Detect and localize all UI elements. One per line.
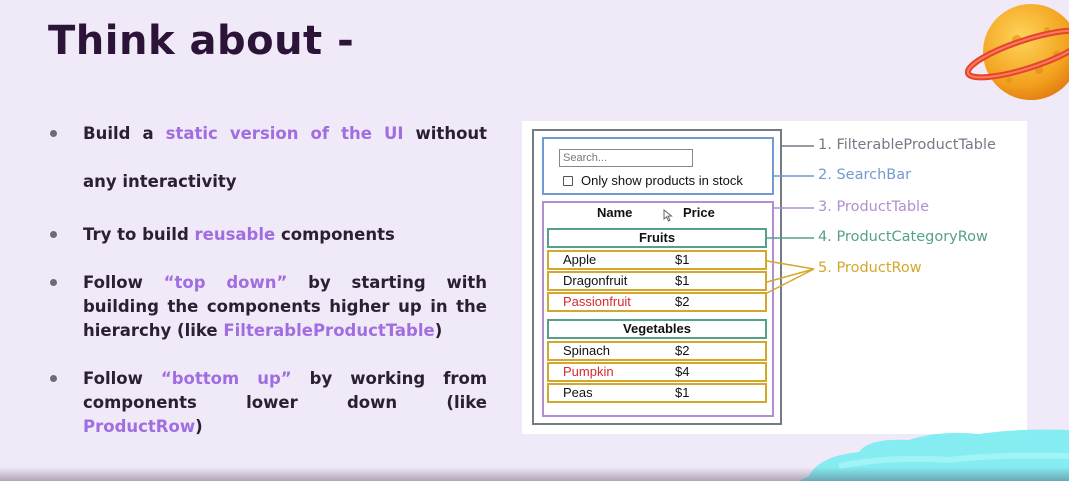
highlighted-word: of [310, 124, 330, 143]
word: Try [83, 225, 112, 244]
word: to [117, 225, 137, 244]
highlighted-word: up” [257, 369, 292, 388]
bullet-line: any interactivity [83, 170, 487, 194]
word: Follow [83, 369, 143, 388]
bullet-dot-icon [50, 279, 57, 286]
word: (like [177, 321, 218, 340]
legend-label: 3. ProductTable [818, 199, 929, 215]
word: (like [446, 393, 487, 412]
highlighted-word: “bottom [160, 369, 240, 388]
word: down [346, 393, 398, 412]
bullet-line: building the components higher up in the [83, 295, 487, 319]
highlighted-word: static [165, 124, 218, 143]
word: in [430, 297, 448, 316]
word: working [350, 369, 426, 388]
bullet-line: Follow “top down” by starting with [83, 271, 487, 295]
word: ) [195, 417, 203, 436]
word: up [398, 297, 422, 316]
bullet-line: Try to build reusable components [83, 223, 487, 247]
highlighted-word: “top [163, 273, 206, 292]
word: hierarchy [83, 321, 172, 340]
bullet-dot-icon [50, 130, 57, 137]
bullet-line: hierarchy (like FilterableProductTable) [83, 319, 487, 343]
word: starting [351, 273, 426, 292]
word: the [167, 297, 199, 316]
highlighted-word: version [229, 124, 299, 143]
word: by [308, 273, 331, 292]
word: any [83, 172, 117, 191]
slide-title: Think about - [48, 18, 355, 64]
word: a [142, 124, 154, 143]
legend-label: 4. ProductCategoryRow [818, 229, 988, 245]
word: without [415, 124, 488, 143]
legend-label: 1. FilterableProductTable [818, 137, 996, 153]
bullet-line: Follow “bottom up” by working from [83, 367, 487, 391]
highlighted-word: UI [383, 124, 404, 143]
component-hierarchy-diagram: Search... Only show products in stock Na… [522, 121, 1027, 434]
bullet-line: components lower down (like [83, 391, 487, 415]
legend-label: 5. ProductRow [818, 260, 922, 276]
word: by [309, 369, 333, 388]
word: lower [246, 393, 298, 412]
bullet-dot-icon [50, 375, 57, 382]
word: components [280, 225, 395, 244]
word: Follow [83, 273, 143, 292]
bullet-line: Build a static version of the UI without [83, 122, 487, 146]
word: Build [83, 124, 131, 143]
bullet-dot-icon [50, 231, 57, 238]
word: the [456, 297, 487, 316]
highlighted-word: ProductRow [83, 417, 196, 436]
legend-label: 2. SearchBar [818, 167, 912, 183]
word: interactivity [122, 172, 237, 191]
word: from [443, 369, 488, 388]
highlighted-word: FilterableProductTable [223, 321, 435, 340]
word: ) [434, 321, 443, 340]
word: components [206, 297, 321, 316]
highlighted-word: the [341, 124, 372, 143]
word: building [83, 297, 159, 316]
connector-lines [766, 145, 815, 294]
highlighted-word: reusable [194, 225, 276, 244]
planet-illustration [964, 4, 1069, 100]
word: build [142, 225, 189, 244]
word: components [83, 393, 197, 412]
bottom-edge-shadow [0, 467, 1069, 481]
highlighted-word: down” [226, 273, 288, 292]
word: higher [329, 297, 390, 316]
word: with [446, 273, 487, 292]
bullet-line: ProductRow) [83, 415, 487, 439]
